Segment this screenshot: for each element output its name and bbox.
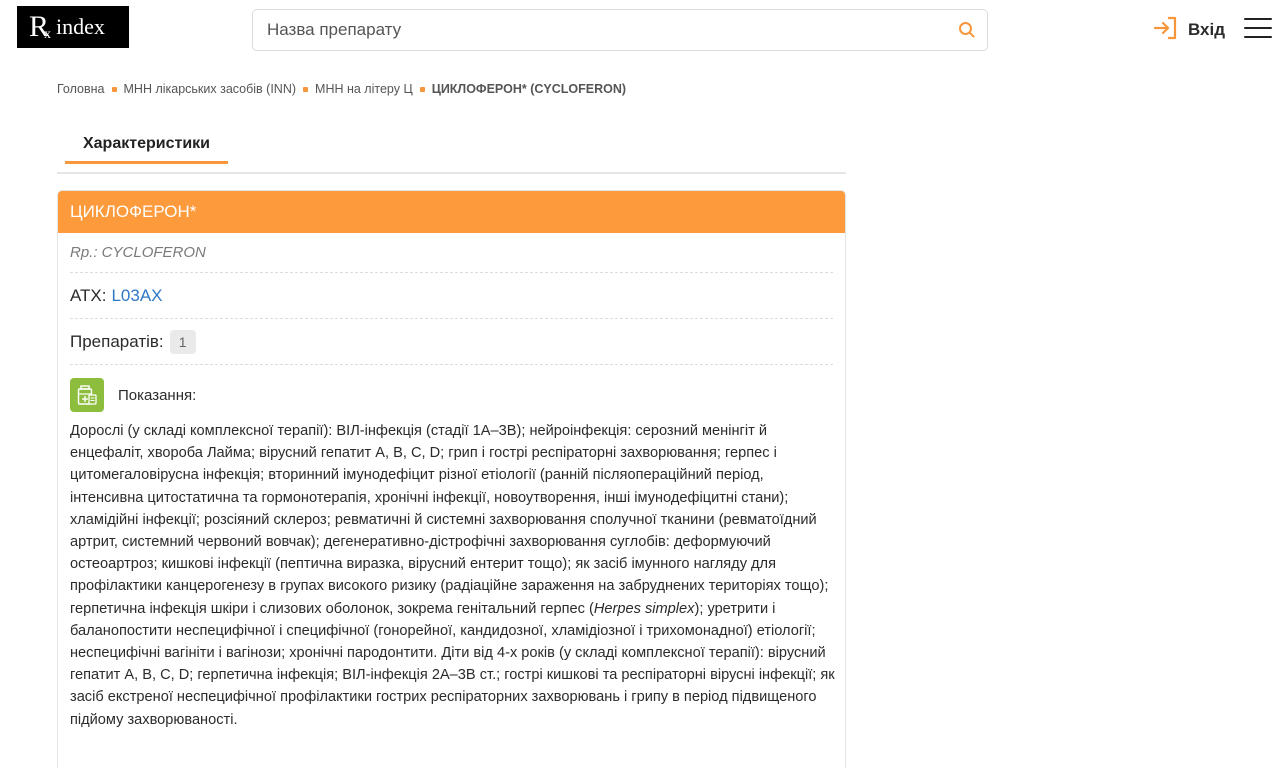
indications-text-part: ); уретрити і баланопостити неспецифічно… <box>70 600 835 728</box>
breadcrumb-home[interactable]: Головна <box>57 82 105 96</box>
search-icon[interactable] <box>947 10 987 50</box>
preparations-label: Препаратів: <box>70 331 164 351</box>
breadcrumb-current: ЦИКЛОФЕРОН* (CYCLOFERON) <box>431 82 627 96</box>
tab-bar: Характеристики <box>57 127 846 174</box>
drug-title: ЦИКЛОФЕРОН* <box>58 191 845 233</box>
search-box <box>252 9 988 51</box>
indications-text: Дорослі (у складі комплексної терапії): … <box>70 420 835 731</box>
pharmacy-icon <box>70 378 104 412</box>
atx-label: АТХ: <box>70 285 107 305</box>
indications-latin: Herpes simplex <box>593 600 695 617</box>
login-label: Вхід <box>1188 20 1226 39</box>
login-icon <box>1152 14 1180 47</box>
preparations-count-badge[interactable]: 1 <box>169 329 196 354</box>
rp-row: Rp.: CYCLOFERON <box>70 233 833 273</box>
breadcrumb-separator <box>111 86 117 92</box>
indications-title: Показання: <box>118 386 197 404</box>
logo[interactable]: Rx index <box>17 6 129 48</box>
rp-text: Rp.: CYCLOFERON <box>70 244 206 261</box>
preparations-row: Препаратів: 1 <box>70 319 833 365</box>
atx-row: АТХ: L03AX <box>70 273 833 319</box>
breadcrumb-separator <box>303 86 309 92</box>
search-input[interactable] <box>253 10 947 50</box>
indications-text-part: Дорослі (у складі комплексної терапії): … <box>70 423 829 617</box>
breadcrumb: Головна МНН лікарських засобів (INN) МНН… <box>57 82 626 96</box>
breadcrumb-inn[interactable]: МНН лікарських засобів (INN) <box>124 82 297 96</box>
breadcrumb-letter[interactable]: МНН на літеру Ц <box>315 82 413 96</box>
logo-rx: Rx <box>29 10 52 43</box>
indications-header: Показання: <box>70 377 833 413</box>
breadcrumb-separator <box>419 86 425 92</box>
login-button[interactable]: Вхід <box>1152 14 1225 46</box>
tab-characteristics[interactable]: Характеристики <box>65 127 228 164</box>
logo-word: index <box>56 14 105 39</box>
menu-icon[interactable] <box>1244 18 1272 42</box>
atx-code-link[interactable]: L03AX <box>111 286 162 306</box>
drug-card: ЦИКЛОФЕРОН* Rp.: CYCLOFERON АТХ: L03AX П… <box>57 190 846 768</box>
